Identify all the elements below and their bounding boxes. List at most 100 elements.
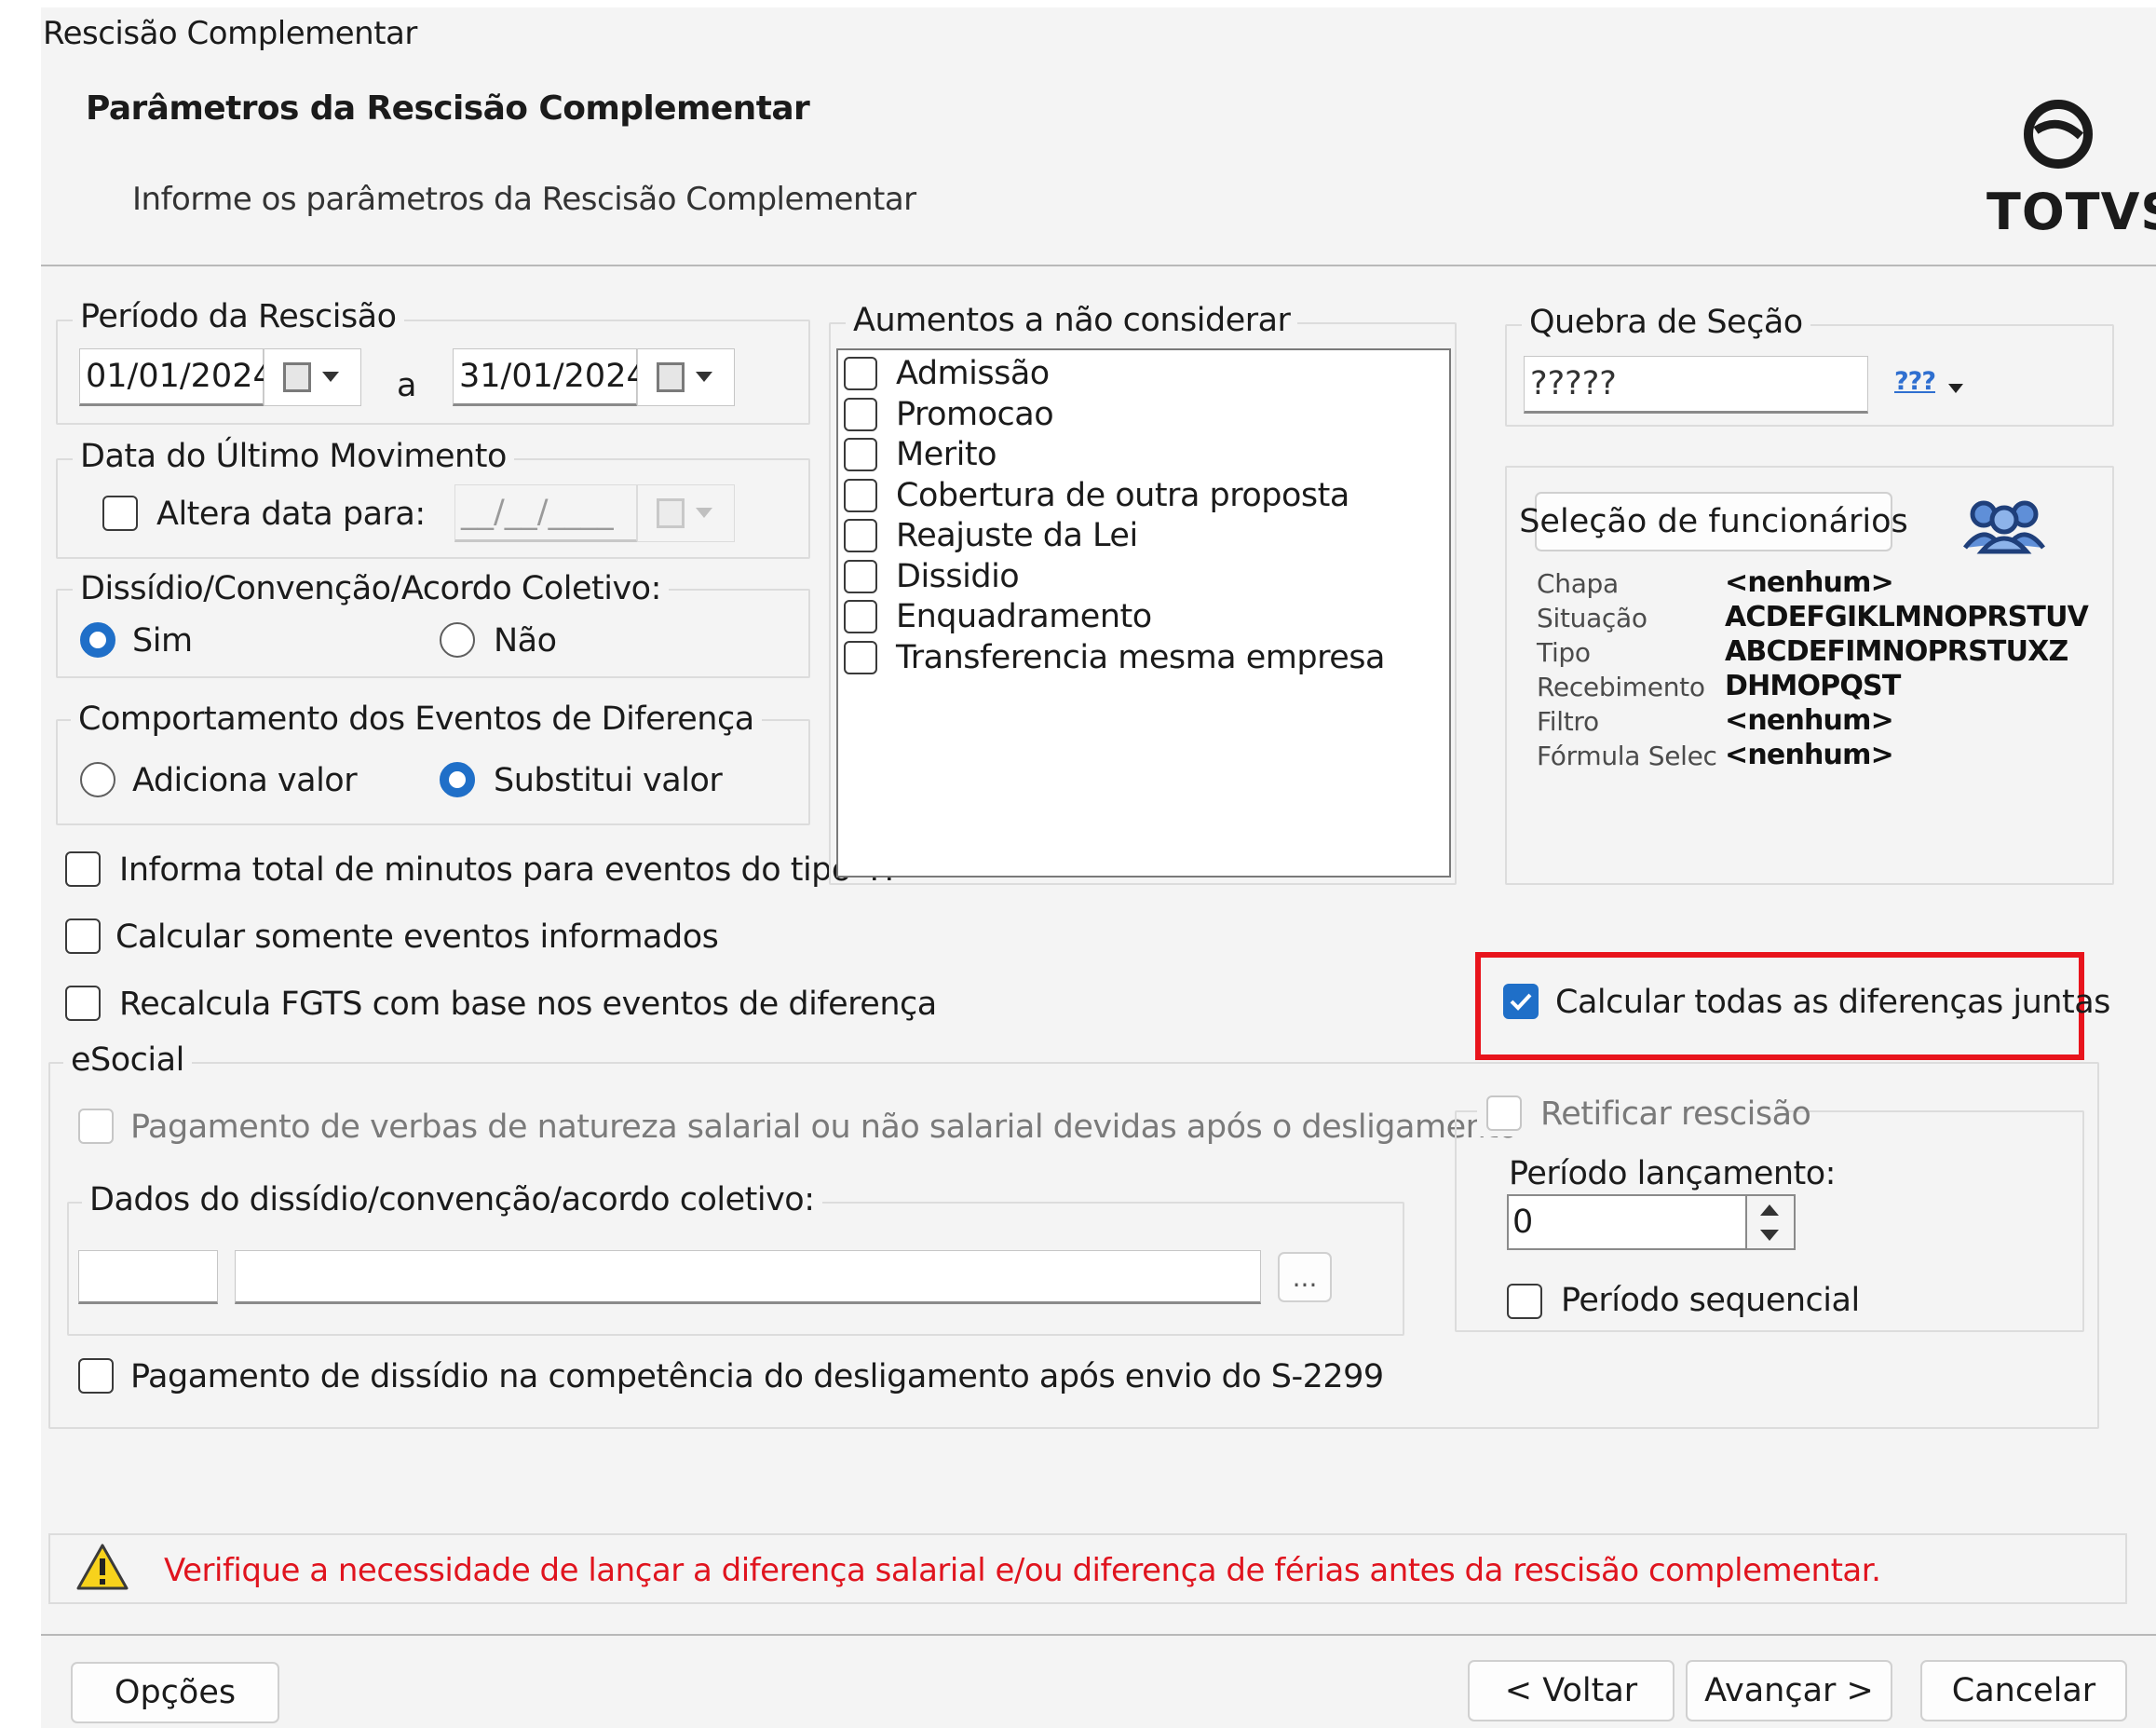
warning-text: Verifique a necessidade de lançar a dife… — [164, 1552, 1881, 1589]
periodo-legend: Período da Rescisão — [73, 298, 404, 335]
quebra-input[interactable]: ????? — [1524, 356, 1868, 414]
pagamento-verbas-label: Pagamento de verbas de natureza salarial… — [130, 1109, 1518, 1146]
selecao-row-value: DHMOPQST — [1725, 670, 1901, 702]
selecao-row-value: ABCDEFIMNOPRSTUXZ — [1725, 635, 2068, 668]
aumento-checkbox[interactable] — [844, 519, 877, 552]
totvs-logo-icon — [2021, 97, 2095, 171]
recalcula-fgts-label: Recalcula FGTS com base nos eventos de d… — [119, 986, 937, 1023]
adiciona-valor-label: Adiciona valor — [132, 762, 358, 799]
informa-minutos-checkbox[interactable] — [65, 851, 101, 887]
informa-minutos-label: Informa total de minutos para eventos do… — [119, 851, 902, 889]
altera-data-calendar-button — [637, 484, 735, 542]
cancelar-button[interactable]: Cancelar — [1920, 1660, 2127, 1721]
periodo-lancamento-label: Período lançamento: — [1509, 1155, 1836, 1192]
chevron-down-icon — [696, 372, 712, 382]
periodo-lancamento-spinner[interactable] — [1747, 1194, 1796, 1250]
selecao-row-label: Fórmula Selec — [1537, 741, 1717, 771]
selecao-row-label: Filtro — [1537, 706, 1599, 737]
selecao-row-label: Tipo — [1537, 637, 1591, 668]
aumento-checkbox[interactable] — [844, 478, 877, 512]
substitui-valor-label: Substitui valor — [494, 762, 723, 799]
dados-dissidio-legend: Dados do dissídio/convenção/acordo colet… — [82, 1181, 822, 1218]
aumento-label: Dissidio — [896, 557, 1020, 595]
retificar-label: Retificar rescisão — [1540, 1095, 1811, 1133]
aumento-label: Transferencia mesma empresa — [896, 638, 1385, 676]
totvs-logo-text: TOTVS — [1987, 183, 2156, 241]
calcular-somente-label: Calcular somente eventos informados — [115, 918, 719, 956]
chevron-down-icon — [696, 508, 712, 518]
aumentos-legend: Aumentos a não considerar — [846, 302, 1298, 339]
aumento-label: Promocao — [896, 395, 1054, 433]
warning-icon — [76, 1543, 129, 1591]
selecao-row-value: <nenhum> — [1725, 704, 1894, 737]
periodo-sequencial-checkbox[interactable] — [1507, 1284, 1542, 1319]
calendar-icon — [657, 362, 685, 392]
selecao-row-label: Chapa — [1537, 568, 1619, 599]
users-group-icon[interactable] — [1959, 496, 2049, 555]
avancar-button[interactable]: Avançar > — [1686, 1660, 1892, 1721]
substitui-valor-radio[interactable] — [440, 762, 475, 797]
selecao-row-label: Situação — [1537, 603, 1648, 633]
chevron-down-icon — [1948, 384, 1963, 393]
calcular-todas-label: Calcular todas as diferenças juntas — [1555, 984, 2110, 1021]
aumento-label: Reajuste da Lei — [896, 517, 1138, 554]
dissidio-legend: Dissídio/Convenção/Acordo Coletivo: — [73, 570, 669, 607]
aumento-label: Merito — [896, 436, 997, 473]
aumento-label: Cobertura de outra proposta — [896, 476, 1349, 514]
periodo-end-calendar-button[interactable] — [637, 348, 735, 406]
calcular-todas-checkbox[interactable] — [1503, 984, 1539, 1019]
dados-dissidio-desc-input[interactable] — [235, 1250, 1261, 1304]
altera-data-label: Altera data para: — [156, 496, 426, 533]
calendar-icon — [283, 362, 311, 392]
comportamento-legend: Comportamento dos Eventos de Diferença — [71, 701, 762, 738]
opcoes-button[interactable]: Opções — [71, 1662, 279, 1723]
spinner-down-icon[interactable] — [1760, 1230, 1779, 1241]
periodo-start-calendar-button[interactable] — [264, 348, 361, 406]
ultimo-movimento-legend: Data do Último Movimento — [73, 438, 514, 475]
periodo-sequencial-label: Período sequencial — [1561, 1282, 1860, 1319]
aumento-checkbox[interactable] — [844, 397, 877, 431]
selecao-row-value: ACDEFGIKLMNOPRSTUV — [1725, 601, 2089, 633]
aumento-label: Admissão — [896, 355, 1050, 392]
dados-dissidio-browse-button[interactable]: ... — [1278, 1252, 1332, 1302]
voltar-button[interactable]: < Voltar — [1468, 1660, 1675, 1721]
page-title: Parâmetros da Rescisão Complementar — [86, 89, 810, 128]
dissidio-sim-label: Sim — [132, 622, 193, 660]
calcular-somente-checkbox[interactable] — [65, 918, 101, 954]
periodo-separator: a — [397, 367, 416, 404]
recalcula-fgts-checkbox[interactable] — [65, 986, 101, 1021]
aumento-checkbox[interactable] — [844, 438, 877, 471]
quebra-lookup-button[interactable]: ??? — [1891, 361, 1965, 408]
retificar-checkbox — [1486, 1095, 1522, 1131]
selecao-row-value: <nenhum> — [1725, 566, 1894, 599]
calendar-icon — [657, 498, 685, 528]
aumento-label: Enquadramento — [896, 598, 1152, 635]
selecao-row-value: <nenhum> — [1725, 739, 1894, 771]
aumento-checkbox[interactable] — [844, 357, 877, 390]
pagamento-verbas-checkbox — [78, 1109, 114, 1144]
aumento-checkbox[interactable] — [844, 600, 877, 633]
dissidio-nao-label: Não — [494, 622, 557, 660]
spinner-up-icon[interactable] — [1760, 1204, 1779, 1216]
periodo-start-input[interactable]: 01/01/2024 — [79, 348, 274, 406]
aumento-checkbox[interactable] — [844, 559, 877, 593]
lookup-icon: ??? — [1894, 367, 1936, 396]
adiciona-valor-radio[interactable] — [80, 762, 115, 797]
dissidio-sim-radio[interactable] — [80, 622, 115, 658]
altera-data-input: __/__/____ — [454, 484, 637, 542]
chevron-down-icon — [322, 372, 339, 382]
quebra-legend: Quebra de Seção — [1522, 304, 1810, 341]
pagamento-dissidio-label: Pagamento de dissídio na competência do … — [130, 1358, 1384, 1395]
selecao-row-label: Recebimento — [1537, 672, 1705, 702]
periodo-end-input[interactable]: 31/01/2024 — [453, 348, 647, 406]
dissidio-nao-radio[interactable] — [440, 622, 475, 658]
altera-data-checkbox[interactable] — [102, 496, 138, 531]
selecao-funcionarios-button[interactable]: Seleção de funcionários — [1519, 492, 1908, 551]
window-title-overlay: Rescisão Complementar — [43, 15, 417, 52]
aumento-checkbox[interactable] — [844, 640, 877, 674]
esocial-legend: eSocial — [63, 1041, 192, 1079]
page-subtitle: Informe os parâmetros da Rescisão Comple… — [132, 181, 916, 218]
dados-dissidio-code-input[interactable] — [78, 1250, 218, 1304]
pagamento-dissidio-checkbox[interactable] — [78, 1358, 114, 1394]
periodo-lancamento-input[interactable]: 0 — [1507, 1194, 1747, 1250]
